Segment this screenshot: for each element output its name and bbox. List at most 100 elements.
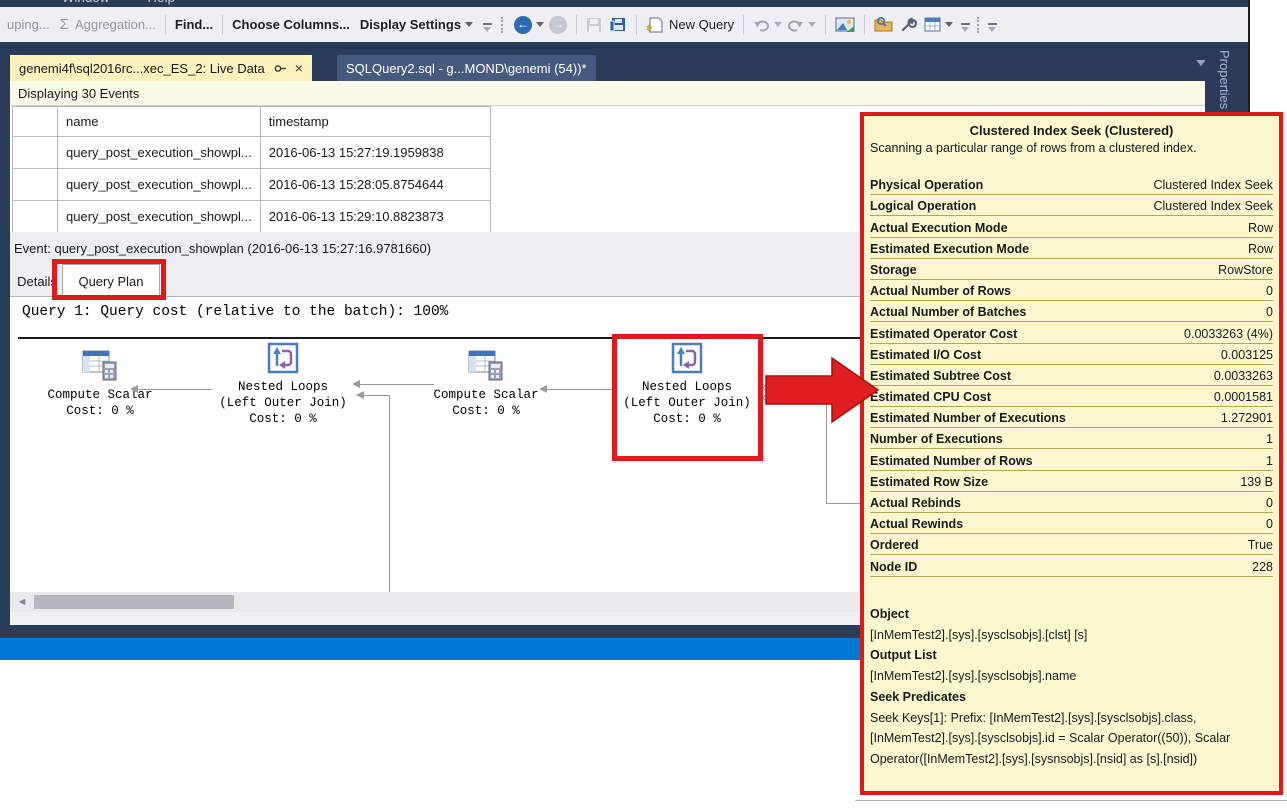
search-folder-icon <box>874 17 893 33</box>
chevron-down-icon <box>536 22 544 27</box>
toolbar-separator <box>222 15 223 35</box>
property-value: 1 <box>1266 454 1273 468</box>
choose-columns-button[interactable]: Choose Columns... <box>227 13 355 37</box>
tab-sql-query[interactable]: SQLQuery2.sql - g...MOND\genemi (54))* <box>337 55 596 81</box>
menu-bar: Window Help <box>0 0 1248 7</box>
property-label: Actual Number of Rows <box>870 284 1011 298</box>
find-button[interactable]: Find... <box>170 13 218 37</box>
annotation-box-nested-loops-node <box>612 334 763 461</box>
scroll-left-arrow-icon[interactable]: ◄ <box>14 594 30 610</box>
row-selector-cell[interactable] <box>13 169 58 201</box>
tooltip-row: Actual Rewinds0 <box>870 513 1273 534</box>
tooltip-description: Scanning a particular range of rows from… <box>870 141 1273 155</box>
tooltip-row: Estimated CPU Cost0.0001581 <box>870 386 1273 407</box>
tooltip-row: Physical OperationClustered Index Seek <box>870 174 1273 195</box>
property-label: Logical Operation <box>870 199 976 213</box>
plan-node-compute-scalar-1[interactable]: Compute Scalar Cost: 0 % <box>15 348 185 419</box>
toolbar-overflow-icon[interactable] <box>958 23 972 32</box>
plan-node-label: (Left Outer Join) <box>198 395 368 411</box>
annotation-arrow-icon <box>762 350 884 434</box>
property-label: Estimated Number of Executions <box>870 411 1066 425</box>
column-header-timestamp[interactable]: timestamp <box>260 107 490 137</box>
ssms-window: Window Help uping... Σ Aggregation... Fi… <box>0 0 1287 808</box>
tooltip-row: Estimated Operator Cost0.0033263 (4%) <box>870 322 1273 343</box>
property-label: Actual Rewinds <box>870 517 963 531</box>
toolbar-separator <box>636 15 637 35</box>
save-button[interactable] <box>581 13 607 37</box>
property-value: True <box>1248 538 1273 552</box>
table-row[interactable]: query_post_execution_showpl... 2016-06-1… <box>13 169 491 201</box>
events-header-row: name timestamp <box>13 107 491 137</box>
sigma-icon: Σ <box>55 13 70 37</box>
column-header-name[interactable]: name <box>58 107 261 137</box>
cell-name[interactable]: query_post_execution_showpl... <box>58 137 261 169</box>
property-value: RowStore <box>1218 263 1273 277</box>
close-icon[interactable]: × <box>295 61 303 75</box>
redo-button[interactable] <box>787 13 821 37</box>
display-settings-label: Display Settings <box>360 17 461 32</box>
pin-icon[interactable] <box>274 62 287 75</box>
aggregation-button[interactable]: Aggregation... <box>70 13 161 37</box>
properties-panel-tab[interactable]: Properties <box>1205 42 1248 112</box>
table-row[interactable]: query_post_execution_showpl... 2016-06-1… <box>13 137 491 169</box>
toolbar-separator <box>165 15 166 35</box>
new-query-icon <box>646 16 664 34</box>
toolbar-overflow-icon[interactable] <box>480 23 494 32</box>
screenshot-edge-line <box>855 800 1287 801</box>
tooltip-row: Actual Execution ModeRow <box>870 216 1273 237</box>
new-query-button[interactable]: New Query <box>641 13 739 37</box>
search-folder-button[interactable] <box>869 13 898 37</box>
plan-node-nested-loops-1[interactable]: Nested Loops (Left Outer Join) Cost: 0 % <box>198 342 368 427</box>
cell-name[interactable]: query_post_execution_showpl... <box>58 169 261 201</box>
section-label-object: Object <box>870 604 1273 625</box>
tooltip-row: Estimated Execution ModeRow <box>870 238 1273 259</box>
property-value: Clustered Index Seek <box>1153 178 1273 192</box>
document-tab-strip: genemi4f\sql2016rc...xec_ES_2: Live Data… <box>0 42 1248 81</box>
plan-connector <box>364 395 390 396</box>
property-label: Estimated I/O Cost <box>870 348 981 362</box>
property-value: Row <box>1248 221 1273 235</box>
toolbar-grip[interactable] <box>977 17 980 33</box>
window-edge-line <box>1248 0 1250 112</box>
property-value: 228 <box>1252 560 1273 574</box>
operator-tooltip: Clustered Index Seek (Clustered) Scannin… <box>860 112 1283 795</box>
toolbar-grip[interactable] <box>501 17 504 33</box>
property-label: Estimated Row Size <box>870 475 988 489</box>
section-text-seek-predicates: Seek Keys[1]: Prefix: [InMemTest2].[sys]… <box>870 708 1273 770</box>
row-selector-cell[interactable] <box>13 201 58 233</box>
tooltip-row: Estimated Number of Executions1.272901 <box>870 407 1273 428</box>
plan-connector <box>138 389 212 390</box>
tab-live-data[interactable]: genemi4f\sql2016rc...xec_ES_2: Live Data… <box>10 55 312 81</box>
section-text-output-list: [InMemTest2].[sys].[sysclsobjs].name <box>870 666 1273 687</box>
table-row[interactable]: query_post_execution_showpl... 2016-06-1… <box>13 201 491 233</box>
tab-live-data-label: genemi4f\sql2016rc...xec_ES_2: Live Data <box>19 61 265 76</box>
property-label: Estimated Execution Mode <box>870 242 1029 256</box>
tooltip-row: Number of Executions1 <box>870 428 1273 449</box>
save-all-button[interactable] <box>607 13 632 37</box>
cell-name[interactable]: query_post_execution_showpl... <box>58 201 261 233</box>
cell-timestamp[interactable]: 2016-06-13 15:27:19.1959838 <box>260 137 490 169</box>
display-settings-button[interactable]: Display Settings <box>355 13 478 37</box>
grouping-button[interactable]: uping... <box>2 13 55 37</box>
property-label: Number of Executions <box>870 432 1003 446</box>
tooltip-row: Estimated Number of Rows1 <box>870 449 1273 470</box>
cell-timestamp[interactable]: 2016-06-13 15:28:05.8754644 <box>260 169 490 201</box>
table-view-button[interactable] <box>922 13 958 37</box>
property-label: Node ID <box>870 560 917 574</box>
wrench-button[interactable] <box>898 13 922 37</box>
chevron-down-icon <box>945 22 953 27</box>
tooltip-row: Logical OperationClustered Index Seek <box>870 195 1273 216</box>
tooltip-row: Actual Number of Batches0 <box>870 301 1273 322</box>
toolbar-overflow-icon[interactable] <box>985 23 999 32</box>
navigate-back-button[interactable]: ← <box>509 13 549 37</box>
tooltip-property-rows: Physical OperationClustered Index Seek L… <box>870 174 1273 577</box>
undo-button[interactable] <box>748 13 787 37</box>
row-selector-cell[interactable] <box>13 137 58 169</box>
navigate-forward-button[interactable]: → <box>549 13 572 37</box>
row-selector-header[interactable] <box>13 107 58 137</box>
property-value: 0.0033263 (4%) <box>1184 327 1273 341</box>
cell-timestamp[interactable]: 2016-06-13 15:29:10.8823873 <box>260 201 490 233</box>
scrollbar-thumb[interactable] <box>34 595 234 609</box>
chevron-down-icon <box>774 22 782 27</box>
export-image-button[interactable] <box>830 13 860 37</box>
